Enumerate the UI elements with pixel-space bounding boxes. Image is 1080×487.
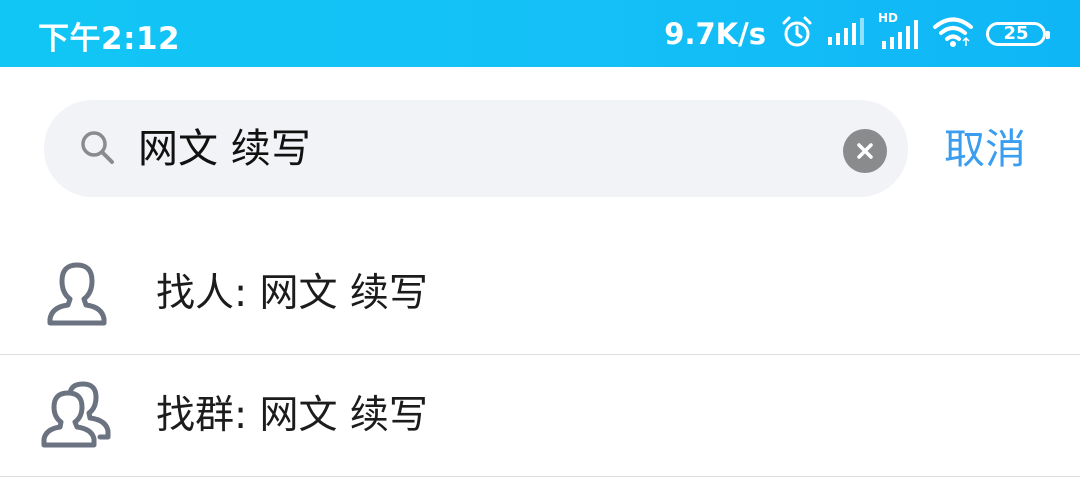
clear-icon[interactable] bbox=[843, 129, 887, 173]
battery-level: 25 bbox=[1003, 23, 1029, 44]
network-speed: 9.7K/s bbox=[664, 17, 766, 51]
person-icon bbox=[40, 259, 116, 333]
group-icon bbox=[40, 381, 116, 455]
hd-signal-icon: HD bbox=[878, 11, 920, 51]
search-icon bbox=[78, 128, 120, 174]
find-group-item[interactable]: 找群: 网文 续写 bbox=[0, 355, 1080, 477]
search-field[interactable]: 网文 续写 bbox=[44, 100, 908, 197]
search-input[interactable]: 网文 续写 bbox=[138, 124, 311, 174]
alarm-icon bbox=[780, 15, 814, 53]
status-icons: 9.7K/s HD 25 bbox=[664, 11, 1050, 56]
find-person-label: 找人: 网文 续写 bbox=[156, 271, 428, 316]
find-group-label: 找群: 网文 续写 bbox=[156, 393, 428, 438]
status-bar: 下午2:12 9.7K/s HD 25 bbox=[0, 0, 1080, 67]
signal-icon bbox=[826, 17, 866, 51]
wifi-icon bbox=[932, 16, 974, 52]
status-time: 下午2:12 bbox=[38, 21, 181, 57]
find-person-item[interactable]: 找人: 网文 续写 bbox=[0, 233, 1080, 355]
cancel-button[interactable]: 取消 bbox=[944, 124, 1026, 174]
battery-icon: 25 bbox=[986, 22, 1050, 46]
